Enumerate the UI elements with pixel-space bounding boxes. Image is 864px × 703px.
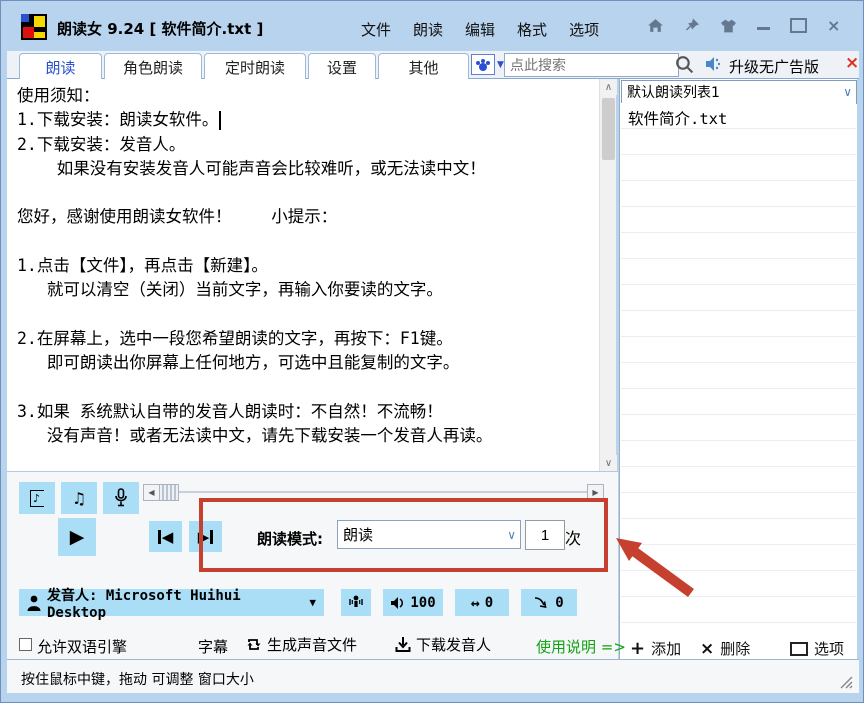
- skin-icon[interactable]: [720, 18, 737, 34]
- titlebar-icon-group: ×: [647, 17, 840, 34]
- pitch-value: 0: [555, 594, 564, 611]
- annotation-rectangle: [199, 498, 608, 572]
- volume-value: 100: [410, 594, 436, 611]
- pitch-icon: [535, 597, 547, 608]
- slider-thumb[interactable]: [159, 484, 179, 501]
- menu-read[interactable]: 朗读: [413, 19, 443, 40]
- window-title: 朗读女 9.24 [ 软件简介.txt ]: [57, 20, 264, 38]
- options-button[interactable]: 选项: [790, 638, 844, 659]
- chevron-down-icon: ▼: [309, 596, 316, 609]
- text-caret: [219, 111, 221, 130]
- status-bar: 按住鼠标中键，拖动 可调整 窗口大小: [7, 659, 859, 693]
- search-icon: [676, 56, 694, 74]
- subtitle-label: 字幕: [198, 638, 229, 656]
- music-button[interactable]: ♫: [61, 482, 97, 514]
- music-note-icon: ♫: [71, 488, 87, 508]
- rect-icon: [790, 641, 808, 656]
- download-label: 下载发音人: [416, 636, 492, 654]
- bilingual-label: 允许双语引擎: [37, 638, 128, 656]
- rate-icon: ↔: [470, 593, 480, 612]
- voice-label: 发音人: Microsoft Huihui Desktop: [47, 587, 241, 621]
- scroll-up-icon[interactable]: ∧: [600, 79, 617, 95]
- boxed-note-icon: ♪: [29, 489, 45, 507]
- previous-button[interactable]: ◀: [149, 521, 182, 552]
- menu-bar: 文件 朗读 编辑 格式 选项: [361, 19, 599, 40]
- background-music-button[interactable]: ♪: [19, 482, 55, 514]
- play-button[interactable]: ▶: [58, 518, 96, 556]
- help-link[interactable]: 使用说明 =>: [536, 636, 626, 657]
- play-icon: ▶: [69, 526, 85, 548]
- generate-label: 生成声音文件: [267, 636, 358, 654]
- options-label: 选项: [814, 640, 845, 658]
- tab-bar: 朗读 角色朗读 定时朗读 设置 其他 ▼ 升级无广告版 ×: [7, 51, 859, 80]
- x-icon: ×: [700, 638, 715, 659]
- minimize-icon[interactable]: [757, 27, 770, 30]
- search-button[interactable]: [674, 54, 695, 79]
- speaker-icon: [704, 55, 723, 77]
- status-text: 按住鼠标中键，拖动 可调整 窗口大小: [21, 672, 254, 688]
- menu-format[interactable]: 格式: [517, 19, 547, 40]
- upgrade-link[interactable]: 升级无广告版: [729, 56, 819, 77]
- tab-timed-read[interactable]: 定时朗读: [204, 53, 306, 80]
- slider-left-icon[interactable]: ◀: [143, 484, 160, 501]
- home-icon[interactable]: [647, 17, 664, 34]
- pitch-button[interactable]: 0: [521, 589, 577, 616]
- add-label: 添加: [651, 640, 682, 658]
- bilingual-checkbox[interactable]: [19, 638, 32, 651]
- scrollbar-thumb[interactable]: [602, 98, 615, 160]
- volume-button[interactable]: 100: [383, 589, 443, 616]
- subtitle-button[interactable]: 字幕: [198, 636, 228, 657]
- prev-icon: ◀: [161, 527, 174, 546]
- generate-audio-button[interactable]: 生成声音文件: [245, 634, 357, 655]
- chevron-down-icon: ∨: [843, 85, 852, 99]
- person-icon: [27, 595, 41, 611]
- bar-icon: [157, 529, 161, 544]
- text-editor[interactable]: 使用须知： 1.下载安装：朗读女软件。 2.下载安装：发音人。 如果没有安装发音…: [7, 79, 599, 471]
- close-ad-icon[interactable]: ×: [845, 53, 859, 73]
- chevron-down-icon: ▼: [497, 59, 504, 70]
- tab-role-read[interactable]: 角色朗读: [104, 53, 202, 80]
- scroll-down-icon[interactable]: ∨: [600, 455, 617, 471]
- pin-icon[interactable]: [684, 17, 700, 34]
- help-label: 使用说明 =>: [536, 638, 626, 656]
- microphone-icon: [115, 488, 127, 507]
- delete-label: 删除: [720, 640, 751, 658]
- download-icon: [395, 637, 411, 652]
- volume-icon: [391, 596, 404, 609]
- download-voice-button[interactable]: 下载发音人: [395, 634, 491, 655]
- resize-grip[interactable]: [837, 673, 853, 689]
- maximize-icon[interactable]: [790, 18, 807, 33]
- voice-select-button[interactable]: 发音人: Microsoft Huihui Desktop ▼: [19, 588, 324, 621]
- voice-test-button[interactable]: [341, 589, 371, 616]
- menu-options[interactable]: 选项: [569, 19, 599, 40]
- image-search-button[interactable]: ▼: [471, 54, 504, 75]
- playlist-select-value: 默认朗读列表1: [627, 85, 720, 101]
- playlist-select[interactable]: 默认朗读列表1 ∨: [621, 80, 857, 104]
- voice-test-icon: [349, 595, 363, 607]
- menu-edit[interactable]: 编辑: [465, 19, 495, 40]
- rate-value: 0: [484, 594, 494, 611]
- tab-read[interactable]: 朗读: [19, 53, 102, 80]
- generate-loop-icon: [247, 639, 261, 650]
- tab-other[interactable]: 其他: [378, 53, 469, 80]
- delete-button[interactable]: × 删除: [700, 638, 750, 659]
- annotation-arrow: [616, 538, 694, 598]
- tab-settings[interactable]: 设置: [308, 53, 376, 80]
- app-logo-icon: [21, 14, 47, 40]
- add-button[interactable]: + 添加: [630, 638, 681, 659]
- paw-icon: [471, 54, 495, 75]
- rate-button[interactable]: ↔ 0: [455, 589, 509, 616]
- app-window: 朗读女 9.24 [ 软件简介.txt ] 文件 朗读 编辑 格式 选项 × 朗…: [0, 0, 864, 703]
- close-icon[interactable]: ×: [827, 17, 840, 34]
- search-input[interactable]: [504, 53, 679, 77]
- editor-scrollbar[interactable]: ∧ ∨: [599, 79, 617, 471]
- menu-file[interactable]: 文件: [361, 19, 391, 40]
- record-button[interactable]: [103, 482, 139, 514]
- plus-icon: +: [630, 638, 646, 659]
- playlist-item[interactable]: 软件简介.txt: [628, 107, 727, 129]
- progress-track[interactable]: [143, 491, 601, 493]
